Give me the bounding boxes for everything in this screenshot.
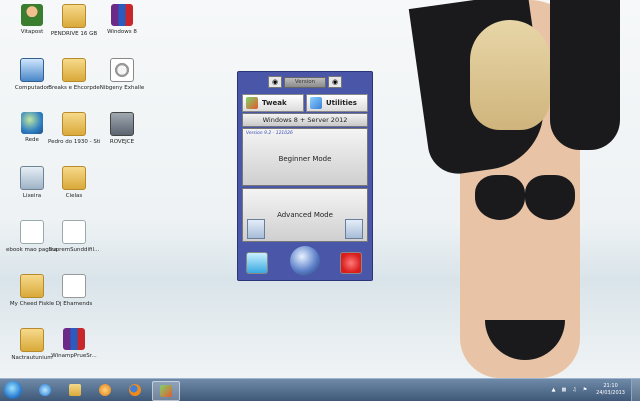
winrar-archive-icon	[63, 328, 85, 350]
recycle-bin-icon	[20, 166, 44, 190]
firefox-icon	[129, 384, 141, 396]
folder-icon	[20, 328, 44, 352]
volume-icon[interactable]: ♫	[572, 387, 576, 393]
settings-gear-icon	[110, 58, 134, 82]
desktop-icon-supremsund[interactable]: SupremSunddifil...	[48, 220, 100, 254]
start-button[interactable]	[4, 381, 22, 399]
os-selector[interactable]: Windows 8 + Server 2012	[242, 113, 368, 127]
taskbar: ▲ ▩ ♫ ⚑ 21:10 24/03/2013	[0, 378, 640, 401]
window-titlebar[interactable]: ◉ Version ◉	[268, 76, 342, 88]
desktop-icon-label: Cielas	[65, 193, 83, 199]
tweak-icon	[246, 97, 258, 109]
folder-icon	[62, 166, 86, 190]
folder-icon	[69, 384, 81, 396]
tweaker-window[interactable]: ◉ Version ◉ Tweak Utilities Windows 8 + …	[237, 71, 373, 281]
media-player-icon	[99, 384, 111, 396]
folder-icon	[62, 58, 86, 82]
version-text: Version 9.2 - 121026	[246, 131, 293, 136]
camera-icon[interactable]: ◉	[328, 76, 342, 88]
beginner-mode-button[interactable]: Version 9.2 - 121026 Beginner Mode	[242, 128, 368, 186]
network-globe-icon	[21, 112, 43, 134]
clipboard-icon	[345, 219, 363, 239]
folder-icon	[62, 112, 86, 136]
window-title: Version	[284, 76, 326, 88]
flag-icon[interactable]: ⚑	[583, 387, 587, 393]
taskbar-ie[interactable]	[32, 381, 58, 399]
desktop-icon-breaks[interactable]: Breaks e Ehcorpde	[48, 58, 100, 92]
clock-time: 21:10	[603, 383, 618, 389]
document-icon	[20, 220, 44, 244]
desktop-icon-label: ROVEJCE	[109, 139, 135, 145]
tab-tweak-label: Tweak	[262, 99, 287, 107]
winrar-archive-icon	[111, 4, 133, 26]
user-folder-icon	[21, 4, 43, 26]
mp3-file-icon	[62, 274, 86, 298]
lock-icon	[110, 112, 134, 136]
camera-icon[interactable]: ◉	[268, 76, 282, 88]
taskbar-media-player[interactable]	[92, 381, 118, 399]
desktop-icon-label: Breaks e Ehcorpde	[48, 85, 100, 91]
desktop-icon-label: PENDRIVE 16 GB	[50, 31, 98, 37]
desktop-icon-label: Pedro do 1930 - Stinds of the 11...	[48, 139, 100, 145]
taskbar-tweaker[interactable]	[152, 381, 180, 401]
taskbar-firefox[interactable]	[122, 381, 148, 399]
desktop-icon-label: Dj Ehamends	[55, 301, 93, 307]
desktop-icon-label: WinampPrueSr...	[51, 353, 97, 359]
desktop-icon-winamp[interactable]: WinampPrueSr...	[48, 328, 100, 360]
folder-icon	[62, 4, 86, 28]
desktop-icon-windows8[interactable]: Windows 8	[96, 4, 148, 36]
desktop-icon-rovejce[interactable]: ROVEJCE	[96, 112, 148, 146]
desktop-icon-pendrive[interactable]: PENDRIVE 16 GB	[48, 4, 100, 38]
clock-date: 24/03/2013	[596, 390, 625, 396]
minimize-arrow-button[interactable]	[246, 252, 268, 274]
computer-icon	[20, 58, 44, 82]
tray-arrow-icon[interactable]: ▲	[552, 387, 556, 393]
desktop-icon-cielas[interactable]: Cielas	[48, 166, 100, 200]
desktop-icon-pedro[interactable]: Pedro do 1930 - Stinds of the 11...	[48, 112, 100, 146]
desktop-icon-label: Nibgeny Exhalle	[99, 85, 145, 91]
internet-explorer-icon	[39, 384, 51, 396]
show-desktop-button[interactable]	[631, 379, 640, 401]
advanced-mode-label: Advanced Mode	[277, 211, 333, 219]
beginner-mode-label: Beginner Mode	[278, 155, 332, 163]
tab-utilities[interactable]: Utilities	[306, 94, 368, 112]
desktop-icon-nibgeny[interactable]: Nibgeny Exhalle	[96, 58, 148, 92]
document-icon	[62, 220, 86, 244]
clock[interactable]: 21:10 24/03/2013	[596, 383, 625, 397]
document-icon	[247, 219, 265, 239]
desktop-icon-label: SupremSunddifil...	[48, 247, 100, 253]
tab-utilities-label: Utilities	[326, 99, 357, 107]
network-icon[interactable]: ▩	[561, 387, 566, 393]
utilities-icon	[310, 97, 322, 109]
folder-icon	[20, 274, 44, 298]
advanced-mode-button[interactable]: Advanced Mode	[242, 188, 368, 242]
close-button[interactable]	[340, 252, 362, 274]
wallpaper-hair	[470, 20, 550, 130]
taskbar-explorer[interactable]	[62, 381, 88, 399]
desktop-icon-label: Windows 8	[107, 29, 137, 35]
tweaker-icon	[160, 385, 172, 397]
desktop-icon-dj[interactable]: Dj Ehamends	[48, 274, 100, 308]
globe-button[interactable]	[290, 246, 320, 276]
tab-tweak[interactable]: Tweak	[242, 94, 304, 112]
system-tray: ▲ ▩ ♫ ⚑ 21:10 24/03/2013	[549, 379, 640, 401]
